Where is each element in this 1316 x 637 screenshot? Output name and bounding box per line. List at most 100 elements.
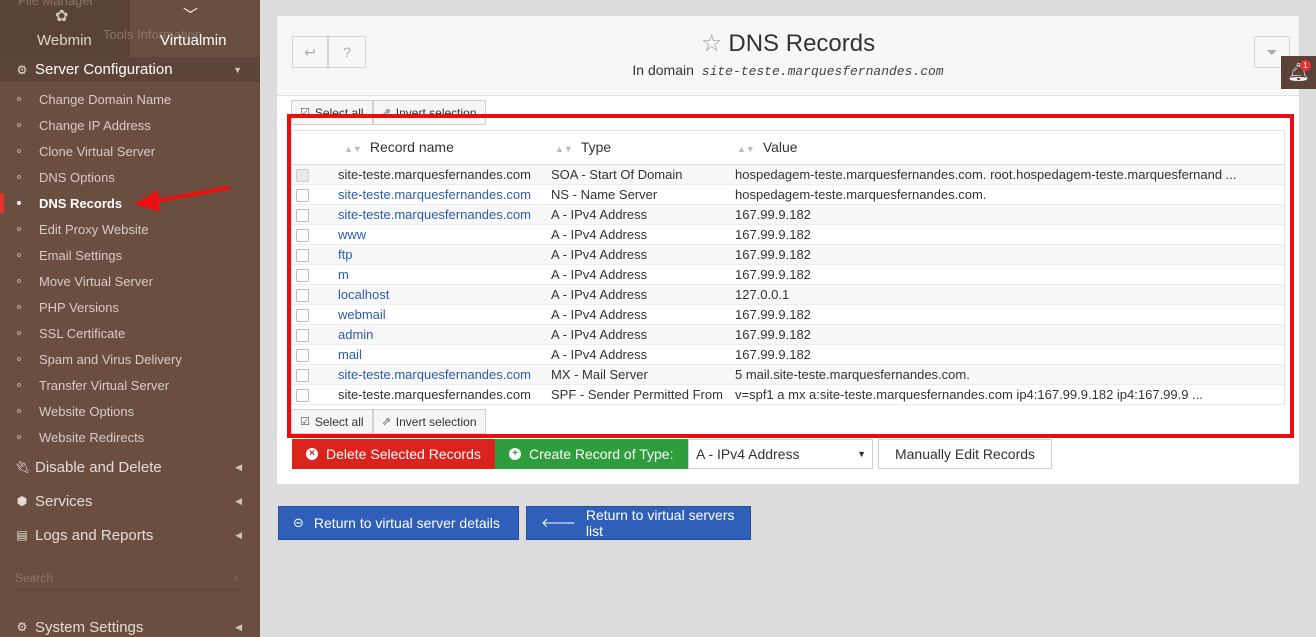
column-label: Value	[762, 139, 798, 156]
sidebar-item-transfer-virtual-server[interactable]: Transfer Virtual Server	[0, 372, 260, 398]
sidebar-item-email-settings[interactable]: Email Settings	[0, 242, 260, 268]
row-checkbox-cell	[292, 324, 338, 344]
invert-selection-button[interactable]: ⇗ Invert selection	[372, 409, 486, 434]
record-name-link[interactable]: webmail	[338, 307, 386, 322]
bullet-icon	[17, 253, 21, 257]
record-type-select[interactable]: A - IPv4 Address ▼	[688, 439, 873, 469]
sidebar-section-server-configuration[interactable]: ⚙ Server Configuration ▼	[0, 57, 260, 82]
record-name-cell: m	[338, 264, 551, 284]
record-name-cell: webmail	[338, 304, 551, 324]
row-checkbox[interactable]	[296, 348, 309, 362]
sidebar-item-website-redirects[interactable]: Website Redirects	[0, 424, 260, 450]
row-checkbox[interactable]	[296, 308, 309, 322]
sidebar-section-logs-reports[interactable]: ▤ Logs and Reports ◀	[0, 522, 260, 548]
record-name-link[interactable]: mail	[338, 347, 362, 362]
record-name-link[interactable]: www	[338, 227, 366, 242]
sidebar-section-label: Logs and Reports	[35, 526, 154, 544]
row-checkbox-cell	[292, 304, 338, 324]
delete-selected-records-button[interactable]: × Delete Selected Records	[292, 439, 495, 469]
sidebar-item-edit-proxy-website[interactable]: Edit Proxy Website	[0, 216, 260, 242]
row-checkbox[interactable]	[296, 208, 309, 222]
dropdown-arrow-icon: ▼	[857, 449, 866, 459]
select-all-button[interactable]: ☑ Select all	[291, 409, 373, 434]
sort-icon: ▲▼	[737, 144, 755, 155]
sidebar-item-label: Spam and Virus Delivery	[39, 351, 182, 367]
sidebar-item-php-versions[interactable]: PHP Versions	[0, 294, 260, 320]
column-header-type[interactable]: ▲▼ Type	[551, 131, 735, 165]
row-checkbox[interactable]	[296, 248, 309, 262]
virtualmin-switch-button[interactable]: Tools Information ﹀ Virtualmin	[103, 0, 260, 57]
invert-selection-button[interactable]: ⇗ Invert selection	[372, 100, 486, 125]
record-type-cell: NS - Name Server	[551, 186, 658, 202]
column-header-value[interactable]: ▲▼ Value	[735, 131, 1284, 165]
star-icon[interactable]: ☆	[701, 30, 723, 57]
bullet-icon	[17, 175, 21, 179]
search-icon[interactable]: ⌕	[233, 571, 240, 586]
create-label: Create Record of Type:	[529, 446, 674, 462]
invert-selection-label: Invert selection	[395, 414, 477, 429]
row-checkbox[interactable]	[296, 288, 309, 302]
record-type-cell: A - IPv4 Address	[551, 326, 648, 342]
arrow-left-icon: 🡐	[541, 515, 576, 530]
share-square-icon: ⇗	[381, 107, 391, 119]
notifications-button[interactable]: 🔔︎ 1	[1281, 56, 1316, 89]
column-header-record-name[interactable]: ▲▼ Record name	[292, 131, 551, 165]
row-checkbox[interactable]	[296, 328, 309, 342]
invert-selection-label: Invert selection	[395, 105, 477, 120]
sidebar-item-spam-and-virus-delivery[interactable]: Spam and Virus Delivery	[0, 346, 260, 372]
sidebar-item-clone-virtual-server[interactable]: Clone Virtual Server	[0, 138, 260, 164]
sidebar-section-system-settings[interactable]: ⚙ System Settings ◀	[0, 614, 260, 637]
sidebar-search-input[interactable]	[15, 566, 245, 590]
record-value-cell: 167.99.9.182	[735, 326, 811, 342]
sidebar-item-ssl-certificate[interactable]: SSL Certificate	[0, 320, 260, 346]
row-checkbox[interactable]	[296, 188, 309, 202]
record-type-cell: A - IPv4 Address	[551, 286, 648, 302]
caret-left-icon: ◀	[235, 621, 242, 632]
arrow-circle-left-icon: ⊝	[293, 515, 304, 530]
record-name-link[interactable]: site-teste.marquesfernandes.com	[338, 187, 531, 202]
row-checkbox[interactable]	[296, 268, 309, 282]
record-value-cell: 127.0.0.1	[735, 286, 790, 302]
record-type-cell: SPF - Sender Permitted From	[551, 386, 723, 402]
sidebar-section-services[interactable]: ⬢ Services ◀	[0, 488, 260, 514]
return-to-servers-list-button[interactable]: 🡐 Return to virtual servers list	[526, 506, 751, 540]
sidebar-item-change-domain-name[interactable]: Change Domain Name	[0, 86, 260, 112]
select-all-button[interactable]: ☑ Select all	[291, 100, 373, 125]
sidebar-item-change-ip-address[interactable]: Change IP Address	[0, 112, 260, 138]
sidebar-item-label: Move Virtual Server	[39, 273, 153, 289]
product-switch: File Manager ✿ Webmin Tools Information …	[0, 0, 260, 57]
sidebar-section-disable-delete[interactable]: 🔌︎ Disable and Delete ◀	[0, 454, 260, 480]
record-name-link[interactable]: site-teste.marquesfernandes.com	[338, 367, 531, 382]
record-name-cell: ftp	[338, 244, 551, 264]
record-type-cell: MX - Mail Server	[551, 366, 648, 382]
record-name-link[interactable]: ftp	[338, 247, 352, 262]
sidebar-item-website-options[interactable]: Website Options	[0, 398, 260, 424]
subtitle-prefix: In domain	[632, 62, 694, 78]
row-checkbox[interactable]	[296, 388, 309, 402]
record-type-value: A - IPv4 Address	[696, 446, 800, 462]
table-row: m A - IPv4 Address 167.99.9.182	[292, 264, 1284, 284]
sidebar-item-move-virtual-server[interactable]: Move Virtual Server	[0, 268, 260, 294]
sidebar-section-label: Server Configuration	[35, 61, 173, 78]
caret-left-icon: ◀	[235, 461, 242, 472]
gear-icon: ⚙	[16, 620, 28, 634]
bullet-icon	[17, 331, 21, 335]
record-name-link[interactable]: admin	[338, 327, 373, 342]
record-name-link[interactable]: m	[338, 267, 349, 282]
create-record-button[interactable]: + Create Record of Type:	[495, 439, 688, 469]
table-row: mail A - IPv4 Address 167.99.9.182	[292, 344, 1284, 364]
column-label: Type	[580, 139, 612, 156]
webmin-logo-icon: ✿	[55, 8, 69, 25]
row-checkbox[interactable]	[296, 228, 309, 242]
table-row: site-teste.marquesfernandes.com MX - Mail…	[292, 364, 1284, 384]
row-checkbox[interactable]	[296, 368, 309, 382]
table-row: site-teste.marquesfernandes.com NS - Name…	[292, 184, 1284, 204]
manually-edit-records-button[interactable]: Manually Edit Records	[878, 439, 1052, 469]
row-checkbox-cell	[292, 284, 338, 304]
caret-left-icon: ◀	[235, 495, 242, 506]
record-name-link[interactable]: site-teste.marquesfernandes.com	[338, 207, 531, 222]
select-all-label: Select all	[314, 414, 364, 429]
bullet-icon	[17, 149, 21, 153]
record-name-link[interactable]: localhost	[338, 287, 389, 302]
return-to-server-details-button[interactable]: ⊝ Return to virtual server details	[278, 506, 519, 540]
